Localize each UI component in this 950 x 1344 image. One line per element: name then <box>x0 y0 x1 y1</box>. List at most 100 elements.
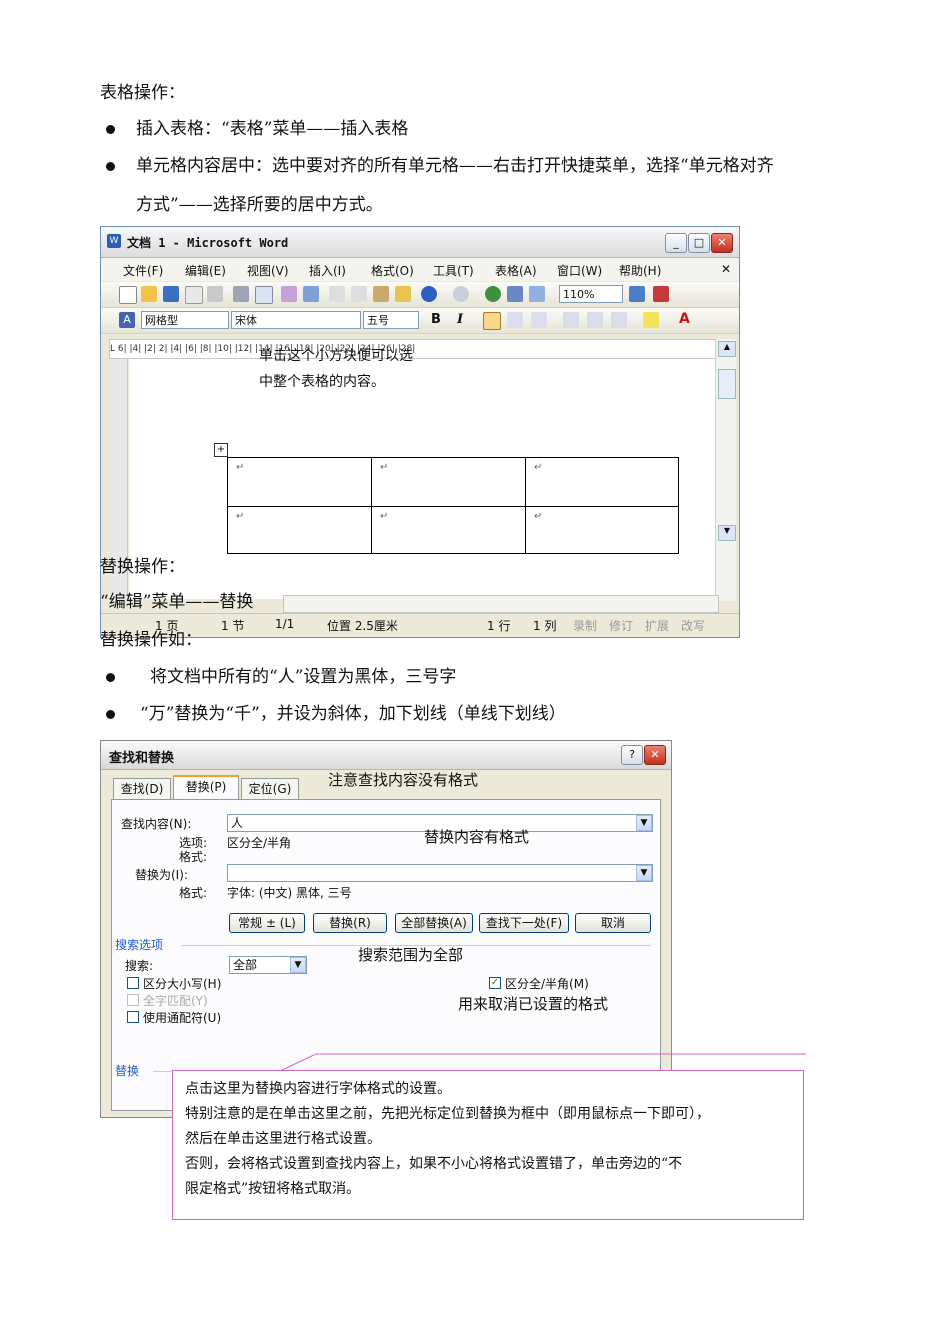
width-match-checkbox[interactable]: ✓ <box>489 977 501 989</box>
match-case-checkbox[interactable] <box>127 977 139 989</box>
copy-icon[interactable] <box>351 286 367 302</box>
find-dropdown-icon[interactable]: ▼ <box>636 815 652 831</box>
standard-toolbar: 110% <box>101 282 739 308</box>
minimize-button[interactable]: _ <box>665 233 687 253</box>
bold-button[interactable]: B <box>431 312 441 327</box>
permission-icon[interactable] <box>185 286 203 304</box>
paragraph-mark: ↵ <box>380 511 389 522</box>
indent-icon[interactable] <box>611 312 627 328</box>
help-icon[interactable] <box>629 286 645 302</box>
menu-insert[interactable]: 插入(I) <box>309 262 346 279</box>
tab-find[interactable]: 查找(D) <box>113 778 171 799</box>
align-center-icon[interactable] <box>507 312 523 328</box>
undo-icon[interactable] <box>421 286 437 302</box>
dialog-close-button[interactable]: ✕ <box>644 745 666 765</box>
redo-icon[interactable] <box>453 286 469 302</box>
whole-word-label: 全字匹配(Y) <box>143 994 208 1008</box>
cut-icon[interactable] <box>329 286 345 302</box>
status-trk[interactable]: 修订 <box>609 617 633 634</box>
callout-line: 限定格式”按钮将格式取消。 <box>185 1181 361 1197</box>
table-cell[interactable]: ↵ <box>371 457 526 507</box>
menu-help[interactable]: 帮助(H) <box>619 262 661 279</box>
horizontal-scrollbar[interactable] <box>283 595 719 613</box>
scroll-up-icon[interactable]: ▲ <box>718 341 736 357</box>
find-next-button[interactable]: 查找下一处(F) <box>479 913 569 933</box>
scroll-thumb[interactable] <box>718 369 736 399</box>
status-line: 1 行 <box>487 619 511 633</box>
replace-menu-path: “编辑”菜单——替换 <box>100 592 254 612</box>
word-table[interactable]: ↵ ↵ ↵ ↵ ↵ ↵ <box>227 457 679 554</box>
align-left-icon[interactable] <box>483 312 501 330</box>
table-move-handle-icon[interactable]: + <box>214 443 228 457</box>
more-button[interactable]: 常规 ± (L) <box>229 913 305 933</box>
menu-edit[interactable]: 编辑(E) <box>185 262 226 279</box>
paste-icon[interactable] <box>373 286 389 302</box>
word-app-icon: W <box>107 234 121 248</box>
word-titlebar: W 文档 1 - Microsoft Word _ □ ✕ <box>101 227 739 258</box>
table-cell[interactable]: ↵ <box>227 457 372 507</box>
menu-tools[interactable]: 工具(T) <box>433 262 474 279</box>
font-color-icon[interactable]: A <box>679 311 690 327</box>
wildcards-checkbox[interactable] <box>127 1011 139 1023</box>
menu-format[interactable]: 格式(O) <box>371 262 414 279</box>
bullet-dot <box>106 162 115 171</box>
menu-table[interactable]: 表格(A) <box>495 262 537 279</box>
style-value: 网格型 <box>145 314 178 327</box>
font-select[interactable]: 宋体 <box>231 311 361 329</box>
status-pages: 1/1 <box>275 617 295 631</box>
close-button[interactable]: ✕ <box>711 233 733 253</box>
save-icon[interactable] <box>163 286 179 302</box>
replace-all-button[interactable]: 全部替换(A) <box>395 913 473 933</box>
highlight-icon[interactable] <box>643 312 659 328</box>
callout-box: 点击这里为替换内容进行字体格式的设置。 特别注意的是在单击这里之前，先把光标定位… <box>172 1070 804 1220</box>
replace-dropdown-icon[interactable]: ▼ <box>636 865 652 881</box>
menu-file[interactable]: 文件(F) <box>123 262 163 279</box>
email-icon[interactable] <box>207 286 223 302</box>
format-painter-icon[interactable] <box>395 286 411 302</box>
replace-button[interactable]: 替换(R) <box>313 913 387 933</box>
open-icon[interactable] <box>141 286 157 302</box>
new-doc-icon[interactable] <box>119 286 137 304</box>
spelling-icon[interactable] <box>281 286 297 302</box>
style-select[interactable]: 网格型 <box>141 311 229 329</box>
menu-view[interactable]: 视图(V) <box>247 262 289 279</box>
maximize-button[interactable]: □ <box>688 233 710 253</box>
styles-icon[interactable]: A <box>119 312 135 328</box>
print-icon[interactable] <box>233 286 249 302</box>
scroll-down-icon[interactable]: ▼ <box>718 525 736 541</box>
size-select[interactable]: 五号 <box>363 311 419 329</box>
heading-replace-ops: 替换操作： <box>100 557 185 577</box>
vertical-scrollbar[interactable]: ▲ ▼ <box>715 339 736 601</box>
status-ext[interactable]: 扩展 <box>645 617 669 634</box>
hyperlink-icon[interactable] <box>485 286 501 302</box>
zoom-select[interactable]: 110% <box>559 285 623 303</box>
status-ovr[interactable]: 改写 <box>681 617 705 634</box>
numbering-icon[interactable] <box>563 312 579 328</box>
table-cell[interactable]: ↵ <box>525 506 679 554</box>
doc-close-icon[interactable]: ✕ <box>721 262 731 276</box>
tables-borders-icon[interactable] <box>507 286 523 302</box>
cancel-button[interactable]: 取消 <box>575 913 651 933</box>
table-cell[interactable]: ↵ <box>371 506 526 554</box>
whole-word-checkbox[interactable] <box>127 994 139 1006</box>
dialog-help-button[interactable]: ? <box>621 745 643 765</box>
table-cell[interactable]: ↵ <box>525 457 679 507</box>
tab-goto[interactable]: 定位(G) <box>241 778 299 799</box>
status-section: 1 节 <box>221 619 245 633</box>
find-label: 查找内容(N): <box>121 817 192 831</box>
replace-input[interactable] <box>227 864 653 882</box>
print-preview-icon[interactable] <box>255 286 273 304</box>
italic-button[interactable]: I <box>457 312 463 327</box>
align-right-icon[interactable] <box>531 312 547 328</box>
table-cell[interactable]: ↵ <box>227 506 372 554</box>
bullets-icon[interactable] <box>587 312 603 328</box>
drawing-icon[interactable] <box>653 286 669 302</box>
bullet-center-cells-1: 单元格内容居中：选中要对齐的所有单元格——右击打开快捷菜单，选择“单元格对齐 <box>136 156 774 176</box>
tab-replace[interactable]: 替换(P) <box>173 775 239 801</box>
insert-table-icon[interactable] <box>529 286 545 302</box>
menu-window[interactable]: 窗口(W) <box>557 262 602 279</box>
research-icon[interactable] <box>303 286 319 302</box>
note-replace-has-format: 替换内容有格式 <box>424 828 530 846</box>
status-rec[interactable]: 录制 <box>573 617 597 634</box>
search-dropdown-icon[interactable]: ▼ <box>290 957 306 973</box>
